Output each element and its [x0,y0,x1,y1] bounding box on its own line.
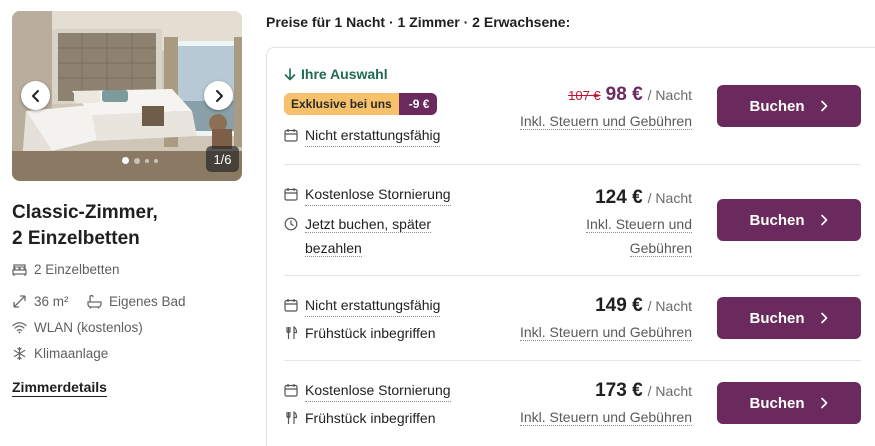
taxes-label: Inkl. Steuern und Gebühren [519,113,692,130]
rate-feature: Frühstück inbegriffen [284,407,435,429]
price-line: 149 € / Nacht [595,295,692,317]
book-button-label: Buchen [749,309,805,327]
feature-label: 2 Einzelbetten [34,262,120,277]
room-title-line: Classic-Zimmer, [12,202,158,223]
room-title: Classic-Zimmer, 2 Einzelbetten [12,200,242,252]
promo-label: Exklusive bei uns [284,93,399,115]
price: 124 € [595,187,643,208]
rate-feature: Nicht erstattungsfähig [284,294,441,317]
cancellation-policy[interactable]: Kostenlose Stornierung [305,379,451,402]
price: 173 € [595,380,643,401]
chevron-right-icon [820,100,827,112]
taxes-label: Inkl. Steuern und Gebühren [519,324,692,341]
rates-header: Preise für 1 Nacht · 1 Zimmer · 2 Erwach… [266,14,571,30]
room-title-line: 2 Einzelbetten [12,228,140,249]
carousel-dot[interactable] [145,158,149,163]
your-choice-label: Ihre Auswahl [301,66,388,82]
your-choice-badge: Ihre Auswahl [284,66,388,82]
clock-icon [284,217,298,231]
feature-label: 36 m² [34,294,69,309]
taxes-label: Inkl. Steuern und Gebühren [519,409,692,426]
price-line: 107 € 98 € / Nacht [568,84,692,106]
book-button-label: Buchen [749,211,805,229]
price-line: 124 € / Nacht [595,187,692,209]
next-photo-button[interactable] [204,81,233,110]
price-line: 173 € / Nacht [595,380,692,402]
snowflake-icon [13,347,26,360]
calendar-icon [284,188,298,201]
taxes-label: Inkl. Steuern und [586,216,692,233]
feature-size: 36 m² [12,294,69,309]
chevron-right-icon [820,397,827,409]
fork-knife-icon [286,326,298,339]
rate-divider [284,275,861,276]
calendar-icon [284,299,298,312]
promo-discount: -9 € [398,93,438,115]
pay-later-policy[interactable]: Jetzt buchen, später bezahlen [305,213,432,259]
pay-later-line: bezahlen [305,240,362,257]
price: 149 € [595,295,643,316]
rate-feature: Kostenlose Stornierung [284,183,451,206]
meal-plan: Frühstück inbegriffen [305,410,436,426]
rate-feature: Nicht erstattungsfähig [284,124,441,147]
taxes-info[interactable]: Inkl. Steuern und Gebühren [519,405,692,429]
fork-knife-icon [286,411,298,424]
room-photo-carousel: 1/6 [12,11,242,181]
per-night-label: / Nacht [647,298,692,314]
carousel-dot[interactable] [154,158,158,163]
bathtub-icon [87,294,102,309]
feature-label: Eigenes Bad [109,294,186,309]
book-button[interactable]: Buchen [717,382,861,424]
chevron-right-icon [215,89,223,102]
per-night-label: / Nacht [647,383,692,399]
cancellation-policy[interactable]: Kostenlose Stornierung [305,183,451,206]
feature-aircon: Klimaanlage [12,346,108,361]
rate-feature: Kostenlose Stornierung [284,379,451,402]
exclusive-promo-badge: Exklusive bei uns -9 € [284,93,438,115]
book-button[interactable]: Buchen [717,85,861,127]
chevron-right-icon [820,312,827,324]
cancellation-policy[interactable]: Nicht erstattungsfähig [305,294,441,317]
book-button-label: Buchen [749,97,805,115]
price: 98 € [605,84,643,105]
arrow-down-icon [284,67,296,80]
per-night-label: / Nacht [647,87,692,103]
expand-icon [13,295,26,308]
previous-photo-button[interactable] [21,81,50,110]
rate-feature: Jetzt buchen, später bezahlen [284,213,432,259]
photo-counter: 1/6 [206,146,239,172]
feature-label: WLAN (kostenlos) [34,320,143,335]
carousel-dots [122,157,158,164]
feature-label: Klimaanlage [34,346,109,361]
chevron-left-icon [31,89,39,102]
per-night-label: / Nacht [647,190,692,206]
bed-icon [12,263,27,276]
book-button[interactable]: Buchen [717,297,861,339]
book-button-label: Buchen [749,394,805,412]
chevron-right-icon [820,214,827,226]
feature-beds: 2 Einzelbetten [12,262,120,277]
meal-plan: Frühstück inbegriffen [305,325,436,341]
calendar-icon [284,384,298,397]
pay-later-line: Jetzt buchen, später [305,216,432,233]
feature-bathroom: Eigenes Bad [87,294,186,309]
taxes-info[interactable]: Inkl. Steuern und Gebühren [519,109,692,133]
rate-feature: Frühstück inbegriffen [284,322,435,344]
taxes-label: Gebühren [629,240,692,257]
rate-divider [284,360,861,361]
carousel-dot[interactable] [122,157,129,164]
carousel-dot[interactable] [134,157,140,164]
rate-divider [284,164,861,165]
taxes-info[interactable]: Inkl. Steuern und Gebühren [519,320,692,344]
calendar-icon [284,129,298,142]
taxes-info[interactable]: Inkl. Steuern und Gebühren [586,212,692,260]
book-button[interactable]: Buchen [717,199,861,241]
wifi-icon [12,322,27,334]
old-price: 107 € [568,88,601,103]
room-details-link[interactable]: Zimmerdetails [12,379,107,397]
cancellation-policy[interactable]: Nicht erstattungsfähig [305,124,441,147]
feature-wifi: WLAN (kostenlos) [12,320,143,335]
